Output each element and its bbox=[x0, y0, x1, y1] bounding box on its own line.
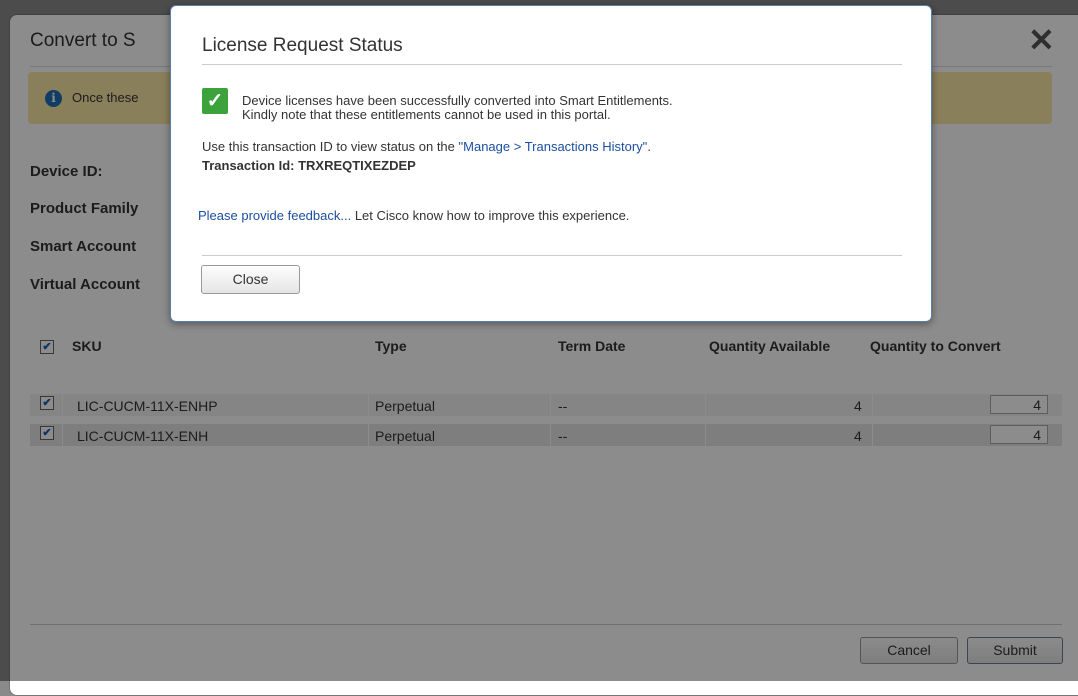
transaction-instructions-period: . bbox=[647, 139, 651, 154]
close-button[interactable]: Close bbox=[201, 265, 300, 294]
transaction-instructions: Use this transaction ID to view status o… bbox=[202, 139, 651, 154]
license-request-status-modal: License Request Status ✓ Device licenses… bbox=[170, 5, 932, 322]
modal-title: License Request Status bbox=[202, 35, 403, 56]
feedback-link[interactable]: Please provide feedback... bbox=[198, 208, 351, 223]
transaction-instructions-text: Use this transaction ID to view status o… bbox=[202, 139, 459, 154]
transactions-history-link[interactable]: "Manage > Transactions History" bbox=[459, 139, 648, 154]
modal-footer-divider bbox=[202, 255, 902, 256]
transaction-id: Transaction Id: TRXREQTIXEZDEP bbox=[202, 158, 416, 173]
feedback-line: Please provide feedback... Let Cisco kno… bbox=[198, 208, 629, 223]
success-message-line1: Device licenses have been successfully c… bbox=[242, 93, 673, 108]
checkmark-icon: ✓ bbox=[202, 88, 228, 114]
success-message-line2: Kindly note that these entitlements cann… bbox=[242, 107, 611, 122]
modal-title-divider bbox=[202, 64, 902, 65]
feedback-text: Let Cisco know how to improve this exper… bbox=[351, 208, 630, 223]
